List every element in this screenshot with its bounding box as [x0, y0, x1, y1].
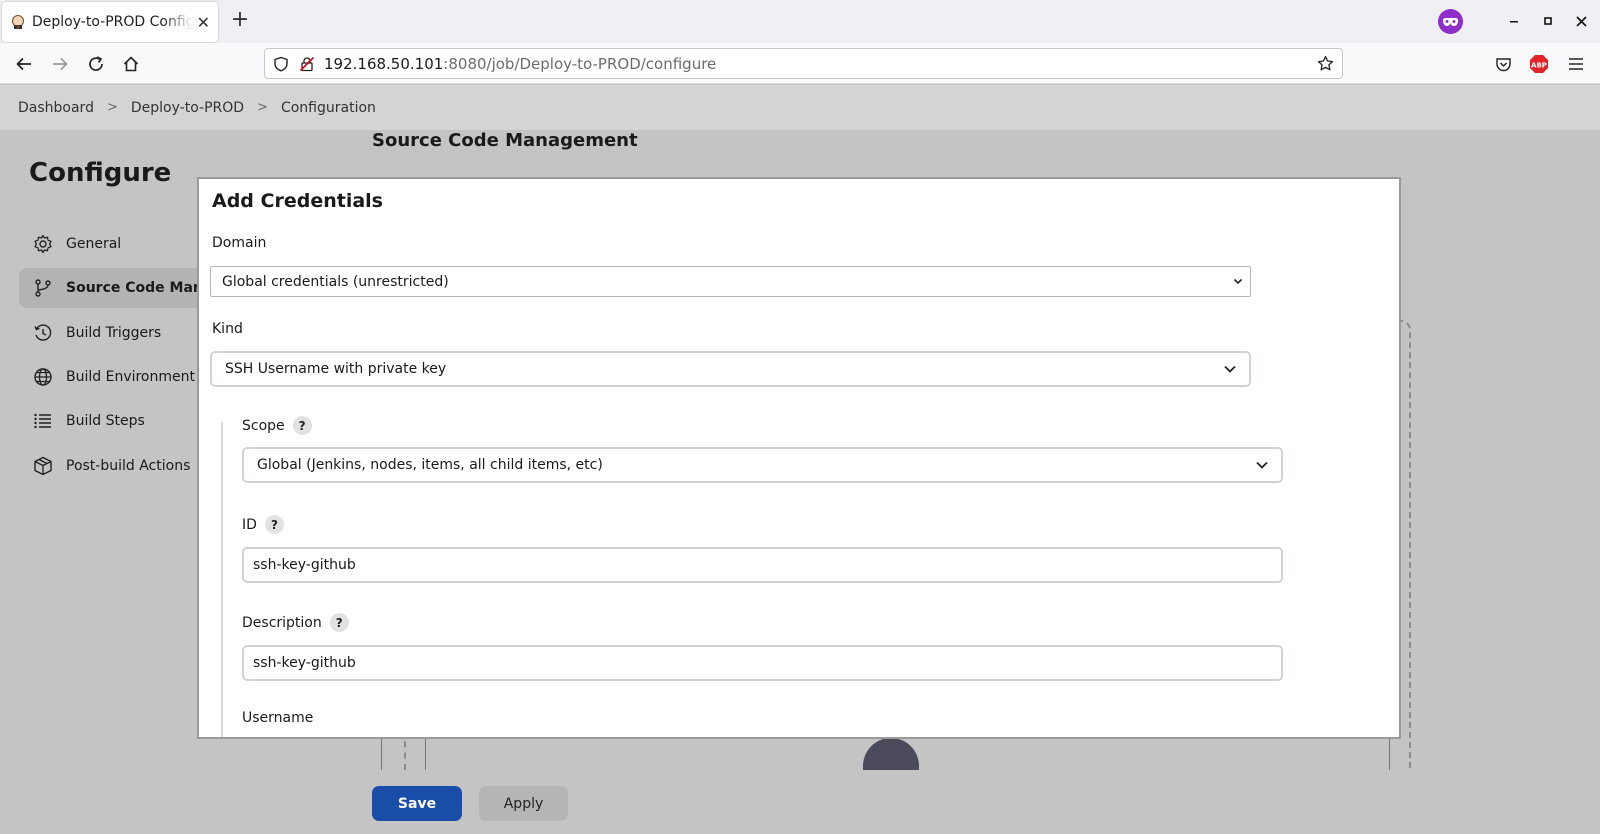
url-path: :8080/job/Deploy-to-PROD/configure — [443, 55, 717, 73]
description-help-button[interactable]: ? — [329, 613, 349, 632]
chevron-down-icon — [1224, 365, 1236, 373]
sidebar-item-label: Build Triggers — [66, 325, 162, 341]
kind-label: Kind — [212, 321, 243, 337]
sidebar-item-label: General — [66, 236, 122, 252]
save-button[interactable]: Save — [372, 786, 462, 821]
pocket-icon[interactable] — [1490, 51, 1516, 77]
kind-select[interactable]: SSH Username with private key — [210, 351, 1251, 387]
scope-select-value: Global (Jenkins, nodes, items, all child… — [257, 457, 603, 473]
description-input[interactable]: ssh-key-github — [242, 645, 1283, 681]
add-credentials-dialog: Add Credentials Domain Global credential… — [197, 177, 1401, 739]
scope-help-button[interactable]: ? — [292, 416, 312, 435]
url-text: 192.168.50.101:8080/job/Deploy-to-PROD/c… — [324, 55, 716, 73]
browser-nav-bar: 192.168.50.101:8080/job/Deploy-to-PROD/c… — [0, 43, 1600, 84]
breadcrumb-separator: > — [257, 100, 268, 115]
sidebar-item-build-environment[interactable]: Build Environment — [19, 357, 204, 397]
domain-select[interactable]: Global credentials (unrestricted) — [210, 266, 1251, 297]
home-icon[interactable] — [118, 51, 144, 77]
tab-title: Deploy-to-PROD Config [Jenkins] — [32, 14, 193, 30]
url-host: 192.168.50.101 — [324, 55, 444, 73]
list-icon — [34, 413, 51, 429]
kind-select-value: SSH Username with private key — [225, 361, 447, 377]
page-title: Configure — [29, 158, 172, 188]
description-label-text: Description — [242, 614, 322, 631]
adblock-plus-icon[interactable]: ABP — [1526, 51, 1552, 77]
nested-section-divider — [221, 422, 223, 737]
url-bar[interactable]: 192.168.50.101:8080/job/Deploy-to-PROD/c… — [264, 48, 1343, 79]
reload-icon[interactable] — [83, 51, 109, 77]
sidebar-item-label: Post-build Actions — [66, 458, 191, 474]
minimize-button[interactable] — [1501, 8, 1527, 34]
branch-icon — [35, 279, 51, 297]
insecure-lock-icon[interactable] — [299, 56, 315, 72]
browser-tab-bar: Deploy-to-PROD Config [Jenkins] ✕ + — [0, 0, 1600, 43]
private-browsing-icon — [1438, 9, 1463, 34]
close-window-button[interactable] — [1568, 8, 1594, 34]
id-help-button[interactable]: ? — [264, 515, 284, 534]
dialog-title: Add Credentials — [212, 190, 383, 212]
section-heading: Source Code Management — [372, 130, 638, 151]
box-icon — [34, 456, 52, 476]
scope-label-text: Scope — [242, 417, 285, 434]
sidebar-item-build-triggers[interactable]: Build Triggers — [19, 313, 204, 353]
id-label-text: ID — [242, 516, 257, 533]
breadcrumb: Dashboard > Deploy-to-PROD > Configurati… — [0, 85, 1600, 130]
sidebar-item-post-build-actions[interactable]: Post-build Actions — [19, 446, 204, 486]
breadcrumb-configuration[interactable]: Configuration — [281, 100, 376, 116]
scope-label: Scope ? — [242, 416, 312, 435]
tracking-shield-icon[interactable] — [273, 56, 289, 72]
back-icon[interactable] — [11, 51, 37, 77]
id-input[interactable]: ssh-key-github — [242, 547, 1283, 583]
menu-icon[interactable] — [1563, 51, 1589, 77]
scope-select[interactable]: Global (Jenkins, nodes, items, all child… — [242, 447, 1283, 483]
maximize-button[interactable] — [1535, 8, 1561, 34]
domain-select-value: Global credentials (unrestricted) — [222, 273, 449, 290]
chevron-down-icon — [1233, 278, 1243, 285]
bookmark-star-icon[interactable] — [1317, 55, 1334, 72]
sidebar-item-general[interactable]: General — [19, 224, 204, 264]
id-label: ID ? — [242, 515, 284, 534]
breadcrumb-separator: > — [106, 100, 118, 115]
breadcrumb-dashboard[interactable]: Dashboard — [18, 100, 94, 116]
domain-label: Domain — [212, 235, 267, 251]
description-label: Description ? — [242, 613, 349, 632]
sidebar-item-build-steps[interactable]: Build Steps — [19, 401, 204, 441]
username-label: Username — [242, 710, 314, 726]
forward-icon[interactable] — [47, 51, 73, 77]
sidebar-item-label: Source Code Management — [66, 280, 204, 296]
new-tab-button[interactable]: + — [228, 9, 252, 33]
gear-icon — [34, 234, 52, 254]
jenkins-favicon-icon — [12, 15, 24, 29]
id-input-value: ssh-key-github — [253, 557, 356, 573]
globe-icon — [34, 368, 52, 386]
apply-button[interactable]: Apply — [479, 786, 568, 821]
browser-tab[interactable]: Deploy-to-PROD Config [Jenkins] ✕ — [2, 2, 218, 42]
tab-close-icon[interactable]: ✕ — [197, 13, 210, 32]
sidebar-item-label: Build Environment — [66, 369, 195, 385]
svg-text:ABP: ABP — [1531, 61, 1547, 69]
sidebar-item-label: Build Steps — [66, 413, 145, 429]
chevron-down-icon — [1256, 461, 1268, 469]
breadcrumb-job[interactable]: Deploy-to-PROD — [131, 100, 244, 116]
sidebar-item-source-code-management[interactable]: Source Code Management — [19, 268, 204, 308]
description-input-value: ssh-key-github — [253, 655, 356, 671]
clock-icon — [34, 324, 52, 341]
